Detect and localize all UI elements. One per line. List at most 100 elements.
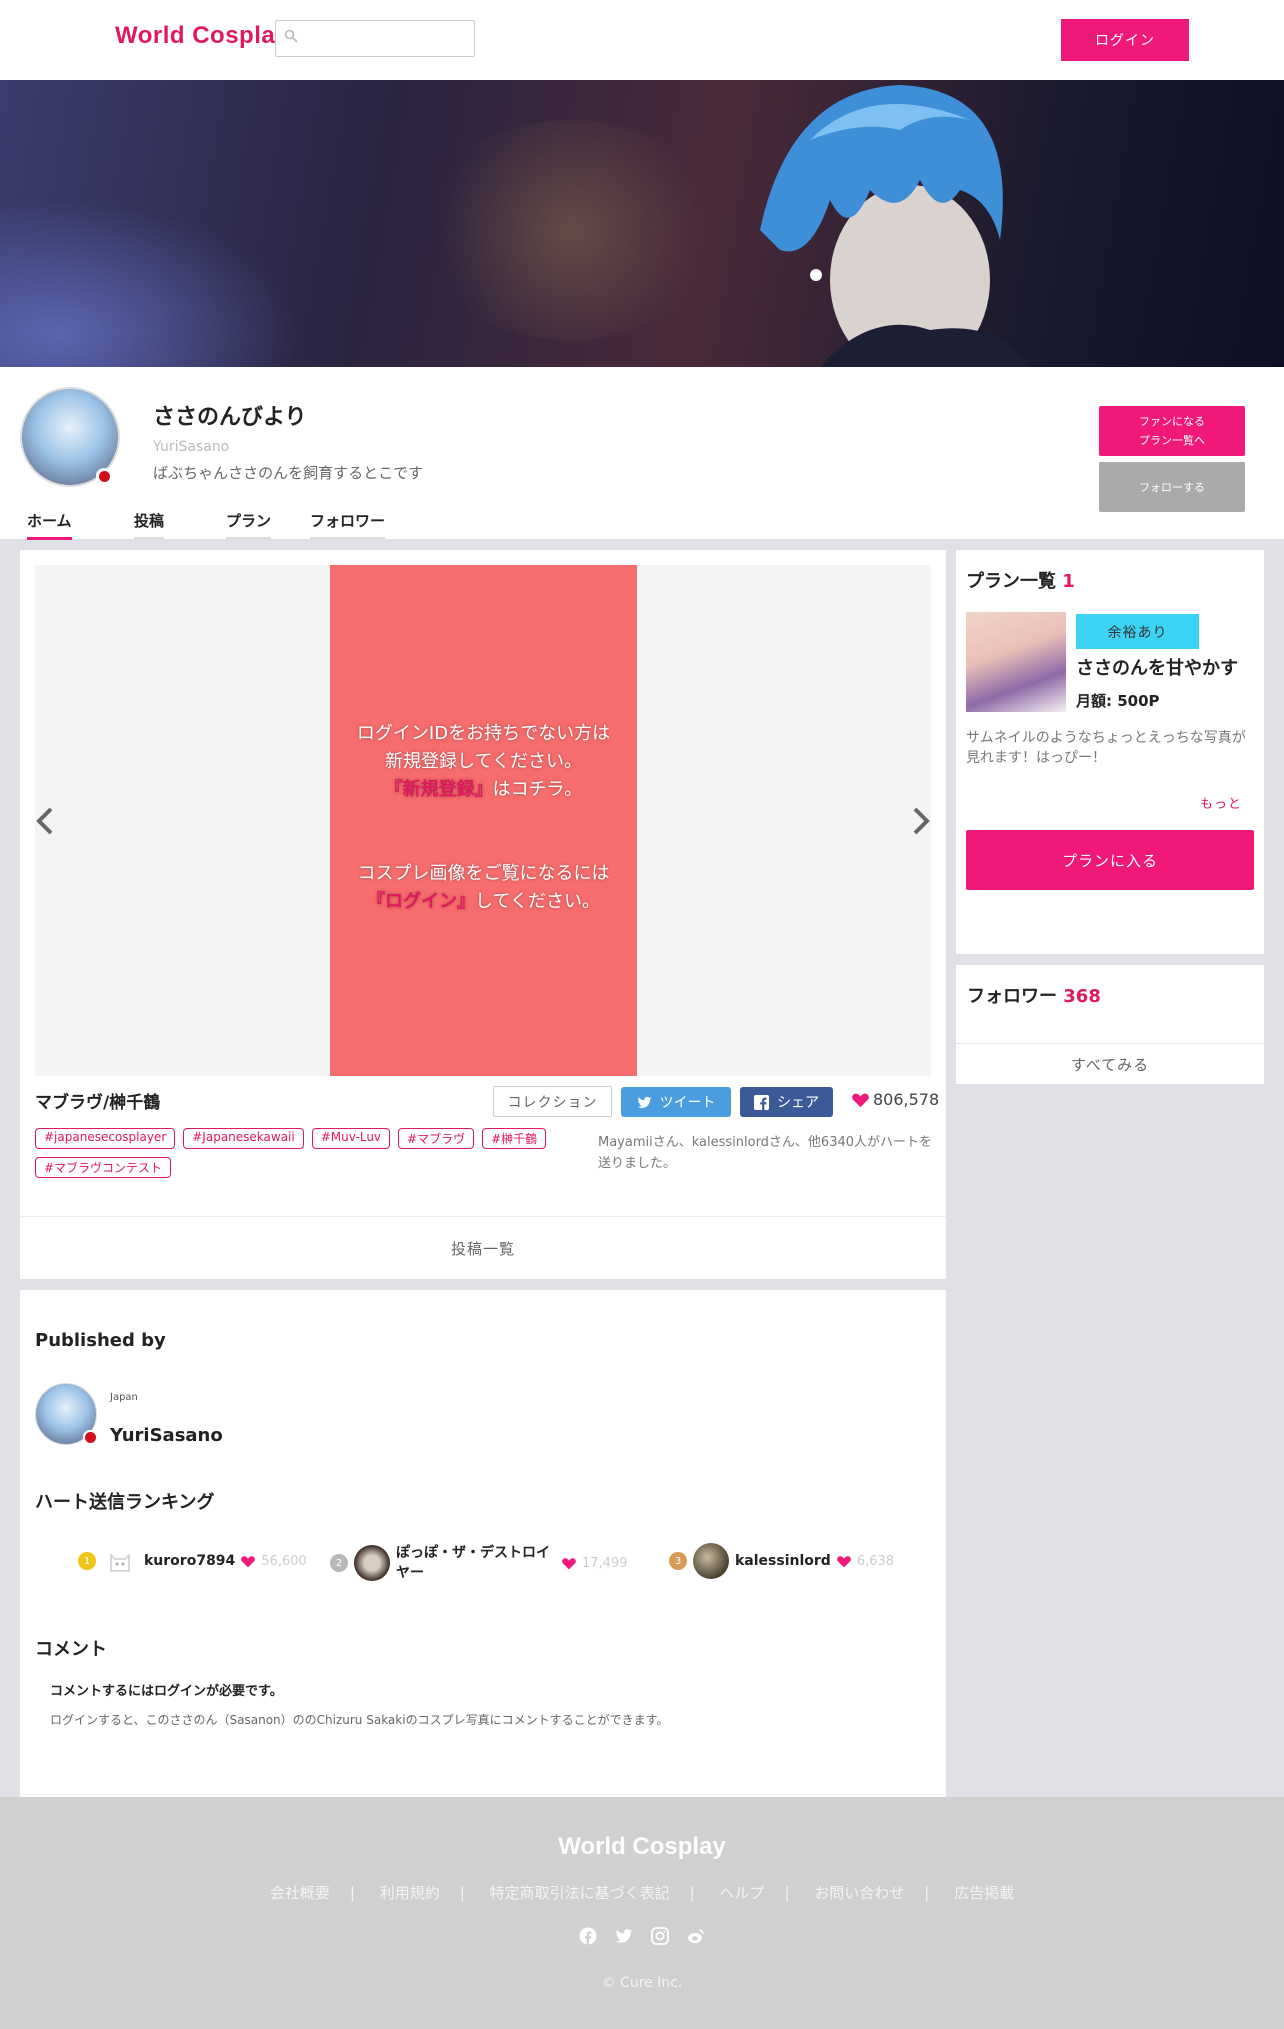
heart-senders-note: Mayamiiさん、kalessinlordさん、他6340人がハートを送りまし…	[598, 1135, 933, 1171]
followers-heading-label: フォロワー	[967, 986, 1057, 1007]
tag-list: #japanesecosplayer #Japanesekawaii #Muv-…	[35, 1128, 575, 1178]
footer-link-help[interactable]: ヘルプ	[719, 1884, 764, 1902]
tag[interactable]: #Japanesekawaii	[183, 1128, 304, 1149]
see-all-followers-link[interactable]: すべてみる	[956, 1043, 1264, 1084]
ranking-name: kalessinlord	[735, 1553, 831, 1569]
followers-heading: フォロワー 368	[967, 982, 1101, 1008]
publisher-country: Japan	[110, 1392, 138, 1403]
plans-heading-label: プラン一覧	[966, 571, 1056, 592]
share-button[interactable]: シェア	[740, 1087, 833, 1117]
instagram-icon[interactable]	[651, 1927, 669, 1945]
profile-header: ささのんびより YuriSasano ばぶちゃんささのんを飼育するとこです ファ…	[0, 367, 1284, 540]
plan-thumbnail[interactable]	[966, 612, 1066, 712]
ranking-hearts: 56,600	[261, 1553, 307, 1569]
login-required-slide: ログインIDをお持ちでない方は 新規登録してください。 『新規登録』はコチラ。 …	[330, 565, 637, 1076]
plan-title[interactable]: ささのんを甘やかす	[1076, 654, 1238, 680]
weibo-icon[interactable]	[687, 1927, 705, 1945]
plan-availability-badge: 余裕あり	[1076, 614, 1199, 649]
share-label: シェア	[777, 1095, 819, 1111]
post-panel: ログインIDをお持ちでない方は 新規登録してください。 『新規登録』はコチラ。 …	[20, 550, 946, 1279]
slide-line4: コスプレ画像をご覧になるには	[357, 863, 610, 884]
follow-button[interactable]: フォローする	[1099, 462, 1245, 512]
followers-panel: フォロワー 368 すべてみる	[956, 965, 1264, 1084]
tweet-label: ツイート	[659, 1095, 716, 1111]
tag[interactable]: #Muv-Luv	[311, 1128, 391, 1149]
chevron-right-icon[interactable]	[911, 805, 931, 837]
comment-note: ログインすると、このささのん（Sasanon）ののChizuru Sakakiの…	[50, 1713, 669, 1727]
slide-line1: ログインIDをお持ちでない方は	[356, 723, 611, 744]
profile-username: YuriSasano	[153, 439, 230, 455]
heart-count-value: 806,578	[873, 1090, 940, 1109]
login-button[interactable]: ログイン	[1061, 19, 1189, 61]
banner-cosplayer-image	[760, 85, 1030, 367]
tweet-button[interactable]: ツイート	[621, 1087, 731, 1117]
become-fan-button[interactable]: ファンになる プラン一覧へ	[1099, 406, 1245, 456]
social-links	[0, 1927, 1284, 1945]
plan-more-link[interactable]: もっと	[1200, 793, 1242, 812]
comment-login-required: コメントするにはログインが必要です。	[50, 1684, 283, 1699]
published-by-heading: Published by	[35, 1330, 166, 1351]
followers-count: 368	[1063, 986, 1101, 1007]
rank-medal-icon: 1	[78, 1552, 96, 1570]
tag[interactable]: #マブラヴコンテスト	[35, 1157, 172, 1178]
collection-button[interactable]: コレクション	[493, 1086, 612, 1117]
ranking-item-2[interactable]: 2 ぽっぽ・ザ・デストロイヤー 17,499	[330, 1543, 660, 1583]
footer-link-terms[interactable]: 利用規約	[380, 1884, 440, 1902]
chevron-left-icon[interactable]	[35, 805, 55, 837]
profile-display-name: ささのんびより	[153, 405, 307, 430]
ranking-name: kuroro7894	[144, 1553, 236, 1569]
japan-flag-icon	[83, 1430, 97, 1444]
heart-ranking-heading: ハート送信ランキング	[35, 1492, 215, 1513]
slide-line2: 新規登録してください。	[385, 751, 582, 772]
tab-posts[interactable]: 投稿	[134, 510, 165, 540]
post-heart-count[interactable]: 806,578	[852, 1090, 939, 1109]
footer-link-commerce[interactable]: 特定商取引法に基づく表記	[490, 1884, 670, 1902]
facebook-icon[interactable]	[579, 1927, 597, 1945]
banner-light	[0, 200, 300, 367]
profile-description: ばぶちゃんささのんを飼育するとこです	[153, 464, 424, 482]
footer-logo[interactable]: World Cosplay	[0, 1833, 1284, 1861]
cat-avatar-icon	[110, 1553, 130, 1572]
ranking-name: ぽっぽ・ザ・デストロイヤー	[396, 1545, 550, 1581]
footer-link-ads[interactable]: 広告掲載	[954, 1884, 1014, 1902]
site-logo[interactable]: World Cosplay	[115, 22, 289, 50]
banner-ornament	[420, 120, 720, 340]
tag[interactable]: #榊千鶴	[482, 1128, 547, 1149]
footer-link-contact[interactable]: お問い合わせ	[814, 1884, 904, 1902]
copyright: © Cure Inc.	[601, 1975, 683, 1991]
heart-icon	[562, 1557, 576, 1569]
plan-price: 月額: 500P	[1076, 692, 1160, 710]
tab-followers[interactable]: フォロワー	[310, 510, 386, 540]
rank-medal-icon: 2	[330, 1554, 348, 1572]
tab-home[interactable]: ホーム	[27, 510, 72, 540]
signup-link[interactable]: 『新規登録』	[385, 779, 493, 800]
post-list-link[interactable]: 投稿一覧	[20, 1216, 946, 1279]
ranking-hearts: 6,638	[856, 1553, 895, 1569]
published-by-panel: Published by Japan YuriSasano ハート送信ランキング…	[20, 1290, 946, 1797]
comment-heading: コメント	[35, 1639, 107, 1660]
ranking-item-3[interactable]: 3 kalessinlord 6,638	[669, 1543, 894, 1579]
tab-plans[interactable]: プラン	[226, 510, 272, 540]
twitter-icon[interactable]	[615, 1927, 633, 1945]
ranking-item-1[interactable]: 1 kuroro7894 56,600	[78, 1543, 307, 1579]
site-footer: World Cosplay 会社概要 | 利用規約 | 特定商取引法に基づく表記 | …	[0, 1797, 1284, 2029]
footer-link-company[interactable]: 会社概要	[270, 1884, 330, 1902]
ranking-hearts: 17,499	[582, 1555, 628, 1571]
rank-medal-icon: 3	[669, 1552, 687, 1570]
search-input[interactable]	[275, 20, 475, 57]
slide-line3: はコチラ。	[492, 779, 583, 800]
tag[interactable]: #マブラヴ	[398, 1128, 475, 1149]
ranking-avatar	[354, 1545, 390, 1581]
slide-login-link[interactable]: 『ログイン』	[367, 891, 475, 912]
fan-button-line2: プラン一覧へ	[1139, 434, 1205, 447]
ranking-avatar	[693, 1543, 729, 1579]
fan-button-line1: ファンになる	[1139, 415, 1205, 428]
plans-count: 1	[1062, 571, 1075, 592]
site-header: World Cosplay ログイン	[0, 0, 1284, 80]
publisher-username[interactable]: YuriSasano	[110, 1425, 223, 1446]
profile-banner	[0, 80, 1284, 367]
tag[interactable]: #japanesecosplayer	[35, 1128, 176, 1149]
facebook-icon	[754, 1094, 769, 1110]
twitter-icon	[637, 1096, 651, 1108]
join-plan-button[interactable]: プランに入る	[966, 830, 1254, 890]
